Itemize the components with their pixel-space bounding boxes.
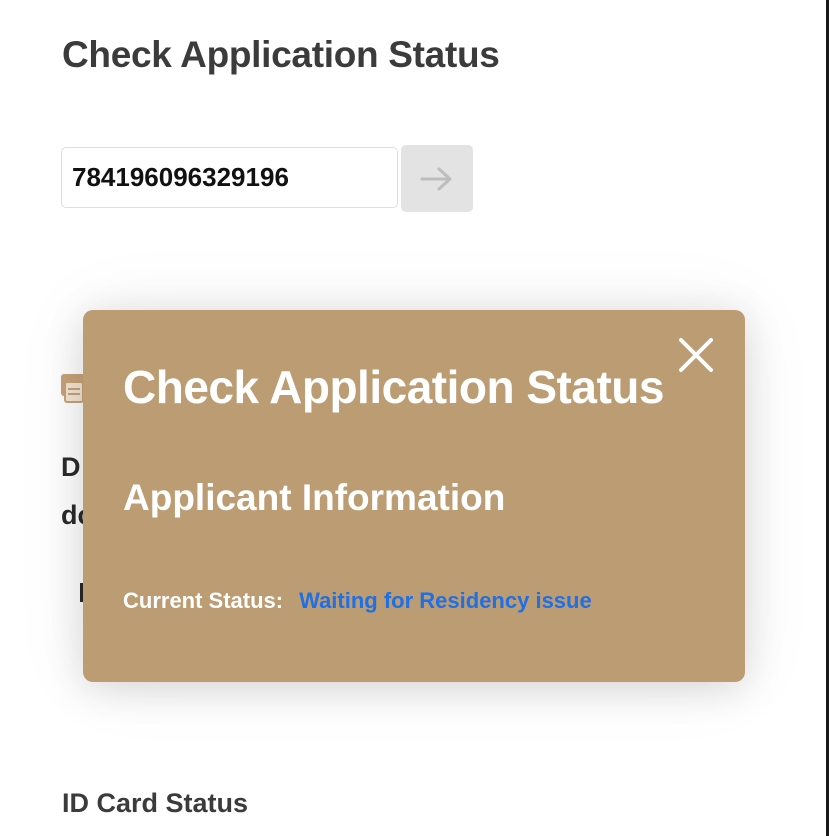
close-button[interactable] (677, 336, 715, 374)
application-number-input[interactable] (61, 147, 398, 208)
current-status-value: Waiting for Residency issue (299, 588, 592, 613)
applicant-information-heading: Applicant Information (123, 477, 506, 518)
submit-button[interactable] (401, 145, 473, 212)
current-status-row: Current Status: Waiting for Residency iss… (123, 588, 592, 614)
obscured-text-line1: D (61, 452, 81, 482)
arrow-right-icon (420, 167, 452, 190)
status-modal: Check Application Status Applicant Infor… (83, 310, 745, 682)
close-icon (679, 338, 713, 372)
page-title: Check Application Status (62, 34, 500, 75)
id-card-status-heading: ID Card Status (62, 788, 249, 818)
modal-title: Check Application Status (123, 361, 664, 413)
current-status-label: Current Status: (123, 588, 284, 613)
